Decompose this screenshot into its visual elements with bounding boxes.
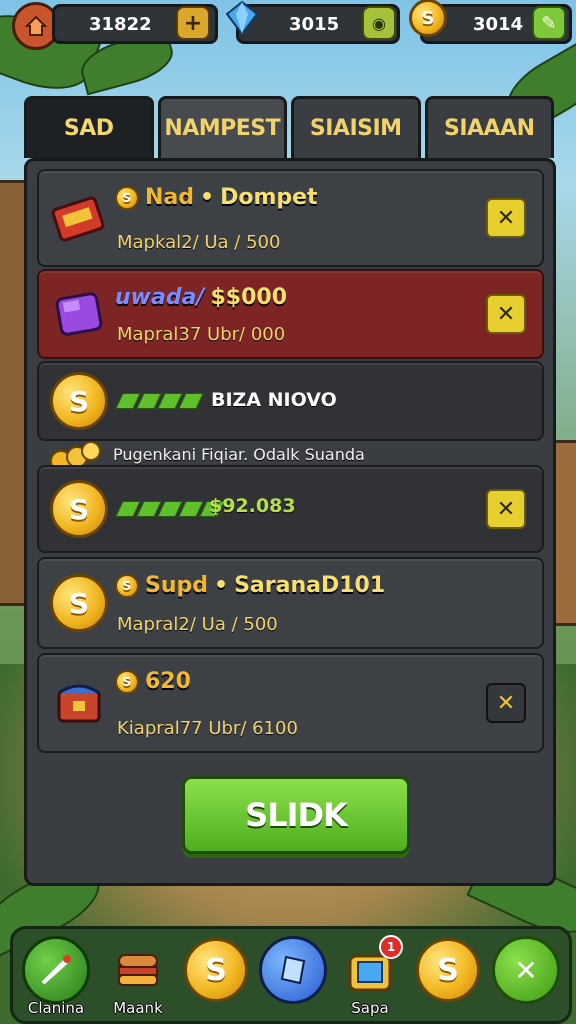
offer-subtitle: Kiapral77 Ubr/ 6100	[117, 718, 298, 739]
nav-maank[interactable]: Maank	[103, 935, 173, 1017]
blue-gem-icon	[259, 936, 327, 1004]
close-icon[interactable]: ✕	[486, 198, 526, 238]
close-icon[interactable]: ✕	[486, 683, 526, 723]
confirm-button[interactable]: SLIDK	[182, 776, 410, 854]
close-icon[interactable]: ✕	[486, 294, 526, 334]
purple-gem-icon	[49, 284, 109, 344]
resource-2-value: 3015	[289, 13, 340, 35]
tab-nampest[interactable]: NAMPEST	[157, 96, 287, 158]
tab-siaaan[interactable]: SIAAAN	[424, 96, 554, 158]
offer-title: S Supd • SaranaD101	[115, 573, 385, 598]
offer-row[interactable]: S S Supd • SaranaD101 Mapral2/ Ua / 500	[37, 557, 544, 649]
pencil-icon[interactable]: ✎	[532, 6, 566, 40]
coin-slot-icon[interactable]: ◉	[362, 6, 396, 40]
bottom-nav: Clanina Maank S 1 Sapa S ✕	[10, 926, 572, 1024]
coin-icon: S	[408, 0, 448, 38]
nav-coin-2[interactable]: S	[413, 935, 483, 1005]
plus-icon[interactable]: +	[176, 6, 210, 40]
coin-icon: S	[115, 669, 139, 694]
coin-icon: S	[49, 573, 109, 633]
offer-subtitle: Mapral37 Ubr/ 000	[117, 324, 286, 345]
coin-icon: S	[115, 185, 139, 210]
red-chest-icon	[49, 188, 109, 248]
section-label: Pugenkani Fiqiar. Odalk Suanda	[113, 445, 365, 464]
offer-subtitle: Mapkal2/ Ua / 500	[117, 232, 281, 253]
nav-gem[interactable]	[258, 935, 328, 1005]
coin-icon: S	[416, 938, 480, 1002]
coin-icon: S	[49, 479, 109, 539]
offer-subtitle: Mapral2/ Ua / 500	[117, 614, 278, 635]
offer-row[interactable]: uwada/ $$000 Mapral37 Ubr/ 000 ✕	[37, 269, 544, 359]
offer-row[interactable]: S 620 Kiapral77 Ubr/ 6100 ✕	[37, 653, 544, 753]
offer-title: S 620	[115, 669, 191, 694]
close-icon: ✕	[492, 936, 560, 1004]
offer-title: S Nad • Dompet	[115, 185, 318, 210]
blue-chest-icon	[49, 673, 109, 733]
tab-siaisim[interactable]: SIAISIM	[291, 96, 421, 158]
resource-bar: 31822 + 3015 ◉ 3014 S ✎	[0, 0, 576, 50]
resource-3-value: 3014	[473, 13, 524, 35]
nav-close[interactable]: ✕	[491, 935, 561, 1005]
progress-arrows	[115, 393, 204, 409]
coin-icon: S	[49, 371, 109, 431]
offer-row[interactable]: S Nad • Dompet Mapkal2/ Ua / 500 ✕	[37, 169, 544, 267]
coin-icon: S	[115, 573, 139, 598]
nav-sapa[interactable]: 1 Sapa	[335, 935, 405, 1017]
tab-bar: SAD NAMPEST SIAISIM SIAAAN	[24, 96, 554, 158]
offer-row[interactable]: S BIZA NIOVO	[37, 361, 544, 441]
nav-clanina[interactable]: Clanina	[21, 935, 91, 1017]
offer-price: $92.083	[209, 495, 296, 517]
offer-row[interactable]: S $92.083 ✕	[37, 465, 544, 553]
close-icon[interactable]: ✕	[486, 489, 526, 529]
resource-1-value: 31822	[89, 13, 152, 35]
gem-icon	[222, 0, 262, 38]
tab-sad[interactable]: SAD	[24, 96, 154, 158]
offer-title: uwada/ $$000	[115, 285, 288, 310]
sword-icon	[22, 936, 90, 1004]
burger-chest-icon	[107, 939, 169, 1001]
nav-coin-1[interactable]: S	[181, 935, 251, 1005]
coin-icon: S	[184, 938, 248, 1002]
notification-badge: 1	[379, 935, 403, 959]
progress-arrows	[115, 501, 225, 517]
offer-title: BIZA NIOVO	[211, 389, 337, 411]
